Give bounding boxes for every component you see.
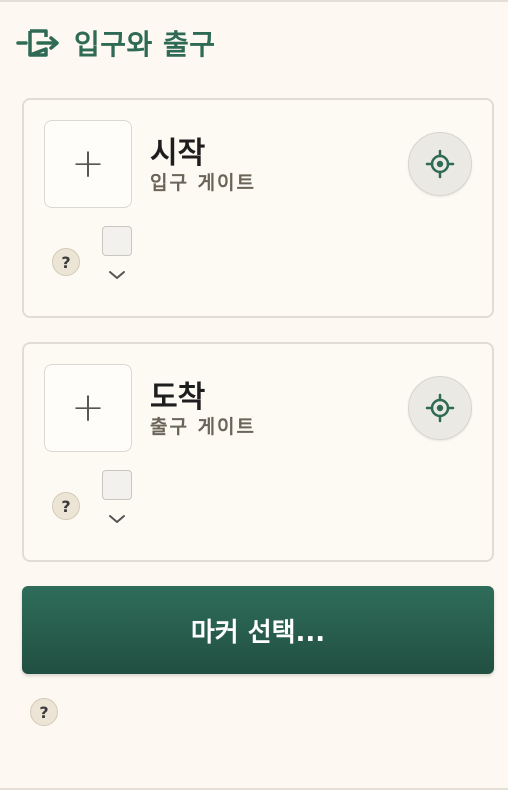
start-checkbox[interactable] xyxy=(102,226,132,256)
crosshair-icon xyxy=(425,149,455,179)
start-help-icon[interactable]: ? xyxy=(52,248,80,276)
select-marker-button[interactable]: 마커 선택... xyxy=(22,586,494,674)
end-gate-card: + 도착 출구 게이트 ? xyxy=(22,342,494,562)
locate-start-button[interactable] xyxy=(408,132,472,196)
locate-end-button[interactable] xyxy=(408,376,472,440)
end-help-icon[interactable]: ? xyxy=(52,492,80,520)
add-start-marker-button[interactable]: + xyxy=(44,120,132,208)
add-end-marker-button[interactable]: + xyxy=(44,364,132,452)
end-subtitle: 출구 게이트 xyxy=(150,416,257,438)
door-exit-icon xyxy=(16,25,60,61)
start-subtitle: 입구 게이트 xyxy=(150,172,257,194)
crosshair-icon xyxy=(425,393,455,423)
chevron-down-icon[interactable] xyxy=(106,512,128,526)
start-gate-card: + 시작 입구 게이트 ? xyxy=(22,98,494,318)
footer-help-icon[interactable]: ? xyxy=(30,698,58,726)
panel-title: 입구와 출구 xyxy=(74,28,216,61)
chevron-down-icon[interactable] xyxy=(106,268,128,282)
end-checkbox[interactable] xyxy=(102,470,132,500)
panel-header: 입구와 출구 xyxy=(16,24,216,62)
start-title: 시작 xyxy=(150,136,206,171)
entrance-exit-panel: 입구와 출구 + 시작 입구 게이트 ? + 도착 출구 게이트 ? 마커 선택… xyxy=(0,0,508,790)
end-title: 도착 xyxy=(150,380,206,415)
plus-icon: + xyxy=(71,141,105,187)
plus-icon: + xyxy=(71,385,105,431)
